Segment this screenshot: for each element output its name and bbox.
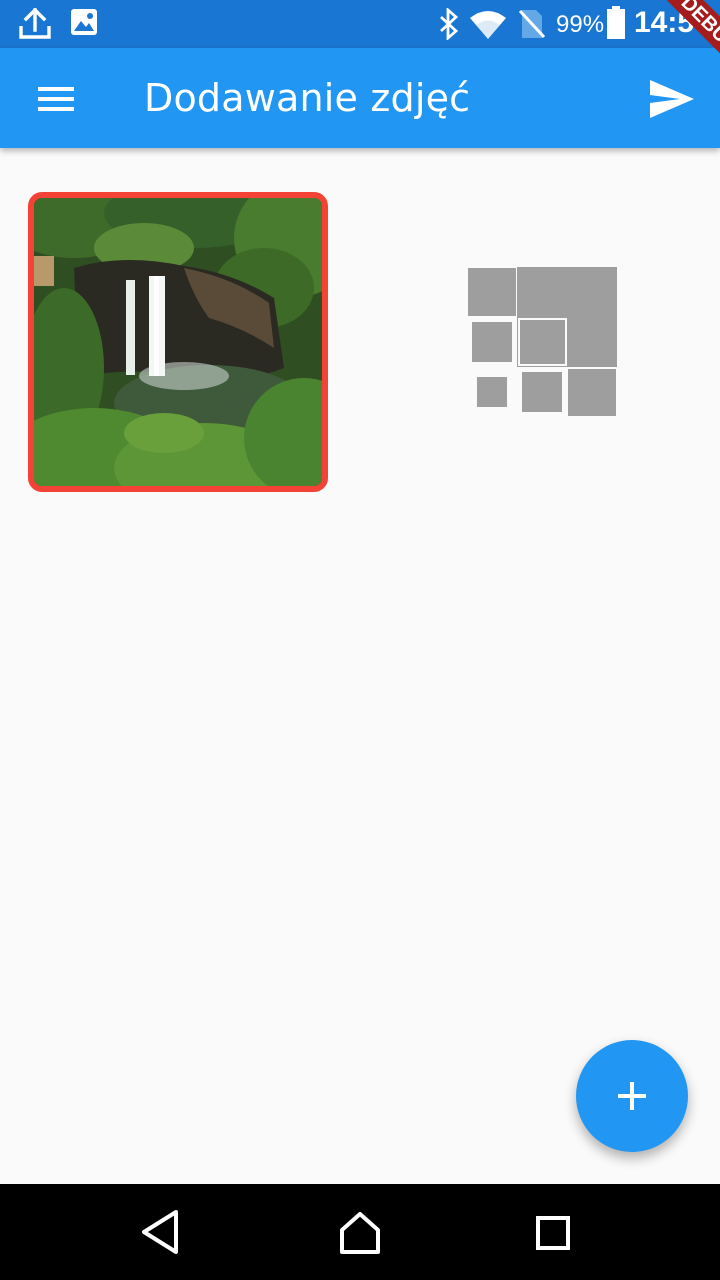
page-title: Dodawanie zdjęć	[144, 76, 471, 120]
recents-button[interactable]	[522, 1202, 582, 1262]
add-photo-button[interactable]	[576, 1040, 688, 1152]
bluetooth-icon	[438, 6, 460, 45]
menu-icon	[20, 87, 92, 127]
system-nav-bar	[0, 1184, 720, 1280]
back-icon	[130, 1210, 190, 1266]
send-button[interactable]	[640, 72, 704, 126]
menu-button[interactable]	[20, 73, 92, 123]
image-icon	[70, 8, 98, 41]
battery-icon	[606, 6, 626, 45]
send-icon	[640, 80, 704, 130]
app-screen: 99% 14:56 Dodawanie zdjęć DEBUG	[0, 0, 720, 1280]
image-placeholder-icon	[468, 267, 617, 416]
photo-placeholder[interactable]	[390, 192, 690, 492]
waterfall-photo	[34, 198, 322, 486]
clock: 14:56	[634, 6, 711, 39]
photo-thumbnail-selected[interactable]	[28, 192, 328, 492]
home-button[interactable]	[330, 1202, 390, 1262]
upload-icon	[18, 7, 52, 45]
status-bar: 99% 14:56	[0, 0, 720, 48]
recents-icon	[522, 1216, 582, 1266]
battery-percent: 99%	[556, 11, 605, 38]
app-bar: Dodawanie zdjęć	[0, 48, 720, 148]
no-sim-icon	[518, 8, 546, 45]
home-icon	[330, 1212, 390, 1266]
wifi-icon	[470, 10, 506, 45]
back-button[interactable]	[130, 1202, 190, 1262]
